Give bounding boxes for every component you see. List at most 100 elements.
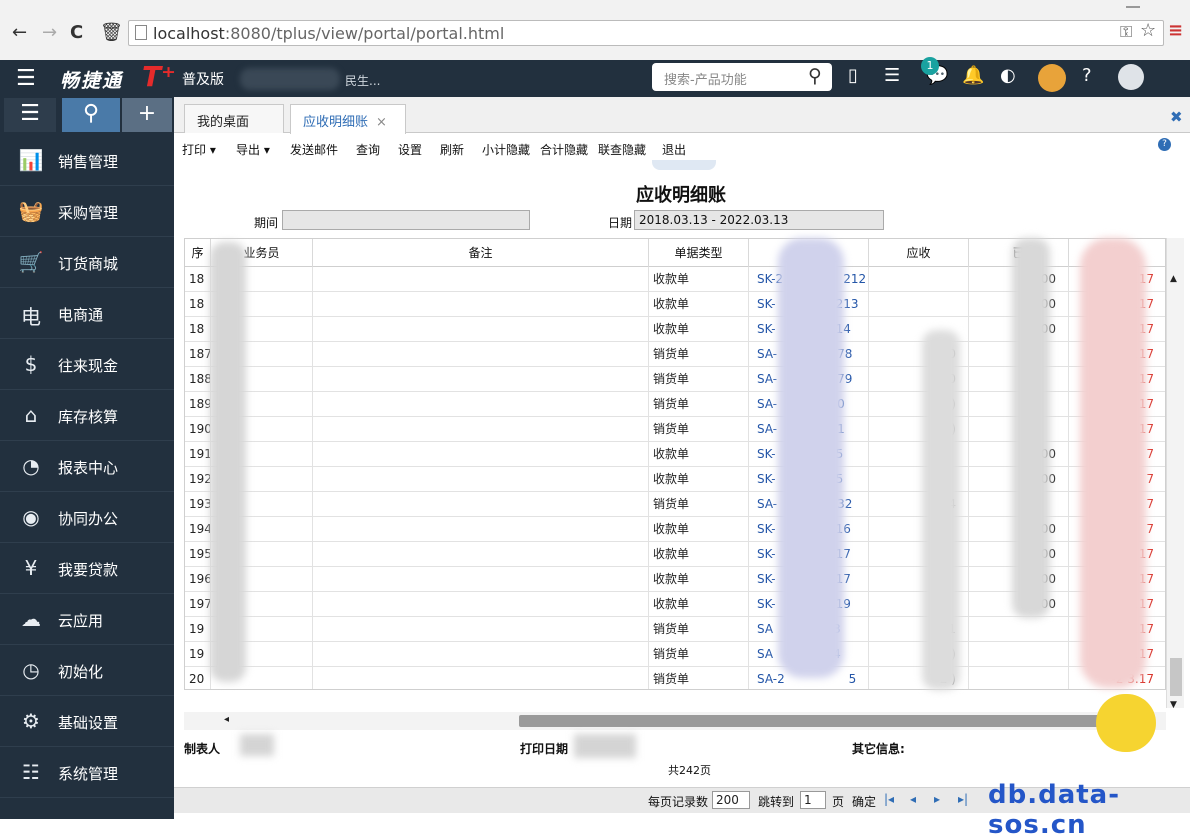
sidebar-item[interactable]: 🧺 采购管理 <box>0 186 174 237</box>
scroll-down-icon[interactable]: ▼ <box>1170 700 1177 710</box>
doc-number-prefix[interactable]: SK- <box>757 572 776 586</box>
key-icon[interactable]: ⚿ <box>1120 22 1132 42</box>
doc-number-prefix[interactable]: SA- <box>757 372 777 386</box>
column-header[interactable]: 备注 <box>313 239 649 267</box>
sidebar-item-label: 报表中心 <box>58 459 119 477</box>
minimize-line[interactable] <box>1126 6 1140 8</box>
sidebar-item[interactable]: 电电商通 <box>0 288 174 339</box>
doc-number-prefix[interactable]: SK- <box>757 322 776 336</box>
vertical-scrollbar[interactable]: ▲ ▼ <box>1166 238 1184 710</box>
toolbar-button[interactable]: 小计隐藏 <box>482 141 530 158</box>
doc-number-suffix[interactable]: 5 <box>849 672 857 686</box>
scroll-up-icon[interactable]: ▲ <box>1170 274 1177 284</box>
sidebar-collapse-icon[interactable]: ☰ <box>4 98 56 132</box>
sidebar-item[interactable]: ☁ 云应用 <box>0 594 174 645</box>
doc-number-prefix[interactable]: SK- <box>757 522 776 536</box>
sidebar-item-label: 订货商城 <box>58 255 119 273</box>
globe-icon[interactable]: ◐ <box>1000 65 1016 86</box>
last-page-icon[interactable]: ▸| <box>958 792 968 806</box>
jump-page-input[interactable]: 1 <box>800 791 826 809</box>
horizontal-scroll-thumb[interactable] <box>519 715 1139 727</box>
doc-number-prefix[interactable]: SA- <box>757 497 777 511</box>
tab-close-icon[interactable]: × <box>376 115 387 130</box>
doc-number-prefix[interactable]: SK- <box>757 597 776 611</box>
toolbar-button[interactable]: 退出 <box>662 141 686 158</box>
toolbar-button[interactable]: 查询 <box>356 141 380 158</box>
sidebar-item-label: 系统管理 <box>58 765 119 783</box>
trash-icon[interactable]: 🗑 <box>100 22 123 43</box>
bell-icon[interactable]: 🔔 <box>962 65 984 86</box>
sidebar-item[interactable]: ◷ 初始化 <box>0 645 174 696</box>
horizontal-scrollbar[interactable]: ◂ <box>184 712 1166 730</box>
help-icon[interactable]: ? <box>1082 65 1092 86</box>
date-field[interactable]: 2018.03.13 - 2022.03.13 <box>634 210 884 230</box>
table-cell: 销货单 <box>649 342 749 367</box>
period-field[interactable] <box>282 210 530 230</box>
table-row[interactable]: 20销货单SA-2 52 )-2 3.17 <box>185 667 1165 689</box>
sidebar-item[interactable]: ⌂ 库存核算 <box>0 390 174 441</box>
table-row[interactable]: 19销货单SA45 )-2 .17 <box>185 642 1165 667</box>
sidebar-add-icon[interactable]: + <box>122 98 172 132</box>
toolbar-button[interactable]: 合计隐藏 <box>540 141 588 158</box>
back-arrow-icon[interactable]: ← <box>12 22 27 43</box>
doc-number-prefix[interactable]: SK- <box>757 297 776 311</box>
per-page-input[interactable]: 200 <box>712 791 750 809</box>
collapse-handle[interactable] <box>652 160 716 170</box>
prev-page-icon[interactable]: ◂ <box>910 792 916 806</box>
help-circle-icon[interactable]: ? <box>1158 138 1171 151</box>
sidebar-item[interactable]: 📊 销售管理 <box>0 135 174 186</box>
doc-number-prefix[interactable]: SK- <box>757 447 776 461</box>
column-header[interactable]: 应收 <box>869 239 969 267</box>
confirm-button[interactable]: 确定 <box>852 793 876 810</box>
scroll-left-icon[interactable]: ◂ <box>224 714 229 725</box>
avatar[interactable] <box>1118 64 1144 90</box>
mascot-icon[interactable] <box>1038 64 1066 92</box>
list-icon[interactable]: ☰ <box>884 65 900 86</box>
vertical-scroll-thumb[interactable] <box>1170 658 1182 696</box>
column-header[interactable]: 单据类型 <box>649 239 749 267</box>
toolbar-button[interactable]: 联查隐藏 <box>598 141 646 158</box>
toolbar-button[interactable]: 导出 ▾ <box>236 141 270 158</box>
hamburger-icon[interactable]: ☰ <box>16 66 36 91</box>
next-page-icon[interactable]: ▸ <box>934 792 940 806</box>
first-page-icon[interactable]: |◂ <box>884 792 894 806</box>
doc-number-prefix[interactable]: SA <box>757 622 773 636</box>
sidebar-item[interactable]: ⚙ 基础设置 <box>0 696 174 747</box>
doc-number-prefix[interactable]: SA- <box>757 397 777 411</box>
pie-icon: ◔ <box>22 454 40 478</box>
toolbar-button[interactable]: 打印 ▾ <box>182 141 216 158</box>
doc-number-prefix[interactable]: SA- <box>757 422 777 436</box>
doc-number-suffix[interactable]: 212 <box>843 272 866 286</box>
sidebar-item[interactable]: ◉ 协同办公 <box>0 492 174 543</box>
doc-number-prefix[interactable]: SA- <box>757 347 777 361</box>
sidebar-item[interactable]: ☷ 系统管理 <box>0 747 174 798</box>
sidebar-item[interactable]: $ 往来现金 <box>0 339 174 390</box>
search-input[interactable]: 搜索-产品功能 ⚲ <box>652 63 832 91</box>
sidebar-item[interactable]: ◔ 报表中心 <box>0 441 174 492</box>
tab-receivable-detail[interactable]: 应收明细账 × <box>290 104 406 134</box>
search-icon[interactable]: ⚲ <box>808 65 822 87</box>
address-bar[interactable]: localhost:8080/tplus/view/portal/portal.… <box>128 20 1164 46</box>
sidebar-item[interactable]: 🛒 订货商城 <box>0 237 174 288</box>
sidebar-search-icon[interactable]: ⚲ <box>62 98 120 132</box>
star-icon[interactable]: ☆ <box>1140 20 1156 41</box>
doc-number-prefix[interactable]: SA <box>757 647 773 661</box>
doc-number-prefix[interactable]: SK- <box>757 472 776 486</box>
toolbar-button[interactable]: 刷新 <box>440 141 464 158</box>
column-header[interactable]: 序 <box>185 239 211 267</box>
sidebar-item[interactable]: ¥ 我要贷款 <box>0 543 174 594</box>
mobile-icon[interactable]: ▯ <box>848 65 858 86</box>
page-total: 共242页 <box>668 764 711 777</box>
doc-number-prefix[interactable]: SK- <box>757 547 776 561</box>
forward-arrow-icon[interactable]: → <box>42 22 57 43</box>
tab-desktop[interactable]: 我的桌面 <box>184 104 284 133</box>
reload-icon[interactable]: C <box>70 22 83 43</box>
period-label: 期间 <box>254 216 279 230</box>
doc-number-prefix[interactable]: SA-2 <box>757 672 789 686</box>
close-icon[interactable]: ✖ <box>1170 108 1183 126</box>
toolbar-button[interactable]: 发送邮件 <box>290 141 338 158</box>
toolbar-button[interactable]: 设置 <box>398 141 422 158</box>
browser-menu-icon[interactable]: ≡ <box>1168 20 1183 41</box>
table-row[interactable]: 19销货单SA31-2 .17 <box>185 617 1165 642</box>
table-cell: 收款单 <box>649 442 749 467</box>
